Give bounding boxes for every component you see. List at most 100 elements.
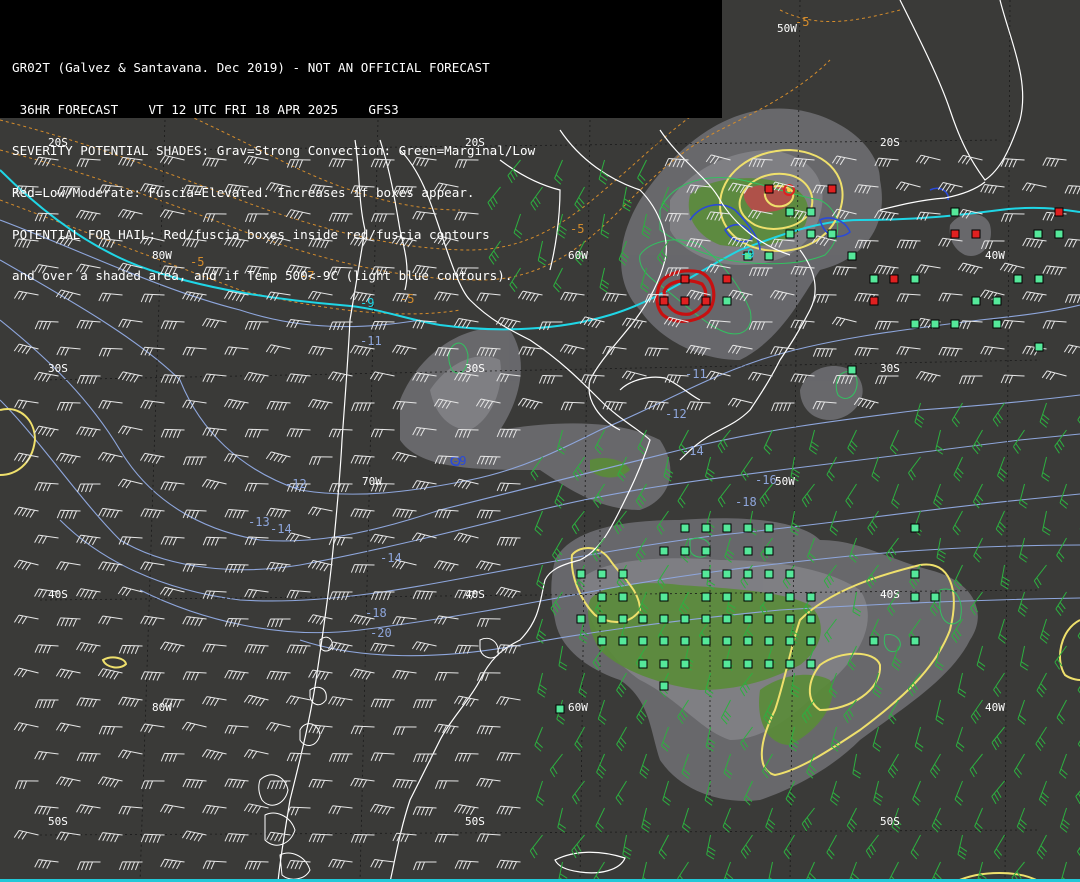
contour-label-orange-c: -5 xyxy=(795,15,809,29)
contour-label-blue-11: -11 xyxy=(360,334,382,348)
severity-box-green xyxy=(722,569,732,579)
severity-box-red xyxy=(764,184,774,194)
severity-box-green xyxy=(743,614,753,624)
severity-box-green xyxy=(1033,229,1043,239)
contour-label-blue-14b: -14 xyxy=(270,522,292,536)
severity-box-red xyxy=(1054,207,1064,217)
label-40s-east: 40S xyxy=(880,588,900,601)
severity-box-green xyxy=(638,659,648,669)
label-40w-north: 40W xyxy=(985,249,1005,262)
header-line-6: and over a shaded area, and if Temp 500<… xyxy=(12,268,513,284)
label-20s-east: 20S xyxy=(880,136,900,149)
severity-box-green xyxy=(701,546,711,556)
contour-label-blue-18b: -18 xyxy=(365,606,387,620)
severity-box-green xyxy=(597,614,607,624)
severity-box-green xyxy=(869,636,879,646)
severity-box-green xyxy=(827,229,837,239)
severity-box-green xyxy=(743,546,753,556)
severity-box-green xyxy=(722,614,732,624)
severity-box-green xyxy=(722,296,732,306)
severity-box-green xyxy=(764,523,774,533)
severity-box-green xyxy=(680,636,690,646)
severity-box-green xyxy=(785,614,795,624)
severity-box-green xyxy=(950,207,960,217)
severity-box-green xyxy=(1013,274,1023,284)
severity-box-green xyxy=(764,569,774,579)
severity-box-green xyxy=(680,659,690,669)
severity-box-green xyxy=(638,614,648,624)
severity-box-green xyxy=(659,592,669,602)
severity-box-green xyxy=(597,636,607,646)
severity-box-green xyxy=(701,569,711,579)
severity-box-red xyxy=(659,296,669,306)
label-40s-west: 40S xyxy=(48,588,68,601)
contour-label-blue-12: -12 xyxy=(665,407,687,421)
severity-box-green xyxy=(722,523,732,533)
severity-box-red xyxy=(680,296,690,306)
severity-box-green xyxy=(743,659,753,669)
severity-box-green xyxy=(910,319,920,329)
severity-box-green xyxy=(701,592,711,602)
contour-label-blue-14: -14 xyxy=(682,444,704,458)
severity-box-red xyxy=(701,296,711,306)
severity-box-green xyxy=(806,636,816,646)
contour-label-blue-12b: -12 xyxy=(285,477,307,491)
contour-label-blue-20: -20 xyxy=(370,626,392,640)
contour-label-blue-13: -13 xyxy=(248,515,270,529)
severity-box-green xyxy=(659,614,669,624)
severity-box-green xyxy=(764,251,774,261)
contour-label-blue-16: -16 xyxy=(755,473,777,487)
severity-box-green xyxy=(743,592,753,602)
severity-box-green xyxy=(618,592,628,602)
label-70w-middle: 70W xyxy=(362,475,382,488)
severity-box-green xyxy=(576,569,586,579)
severity-box-green xyxy=(806,207,816,217)
header-line-5: POTENTIAL FOR HAIL: Red/fuscia boxes ins… xyxy=(12,226,490,242)
severity-box-green xyxy=(806,659,816,669)
severity-box-green xyxy=(785,229,795,239)
contour-label-cyan-east: -9 xyxy=(740,247,754,261)
severity-box-green xyxy=(910,636,920,646)
label-30s-east: 30S xyxy=(880,362,900,375)
label-80w-south: 80W xyxy=(152,701,172,714)
contour-label-blue-11b: -11 xyxy=(685,367,707,381)
severity-box-green xyxy=(806,592,816,602)
severity-box-green xyxy=(910,592,920,602)
contour-label-blue-14c: -14 xyxy=(380,551,402,565)
severity-box-green xyxy=(764,636,774,646)
severity-box-red xyxy=(827,184,837,194)
severity-box-green xyxy=(680,614,690,624)
label-30s-west: 30S xyxy=(48,362,68,375)
severity-box-green xyxy=(1054,229,1064,239)
label-30s-center: 30S xyxy=(465,362,485,375)
severity-box-green xyxy=(910,569,920,579)
severity-box-green xyxy=(597,592,607,602)
header-line-1: GR02T (Galvez & Santavana. Dec 2019) - N… xyxy=(12,59,490,75)
severity-box-green xyxy=(992,319,1002,329)
severity-box-green xyxy=(806,614,816,624)
header-line-4: Red=Low/Moderate: Fuscia=Elevated. Incre… xyxy=(12,184,475,200)
label-50s-east: 50S xyxy=(880,815,900,828)
severity-box-red xyxy=(950,229,960,239)
contour-label-blue-18: -18 xyxy=(735,495,757,509)
severity-box-green xyxy=(764,614,774,624)
severity-box-green xyxy=(659,546,669,556)
forecast-header: GR02T (Galvez & Santavana. Dec 2019) - N… xyxy=(0,0,722,283)
severity-box-green xyxy=(785,207,795,217)
severity-box-green xyxy=(743,569,753,579)
contour-label-cyan: -9 xyxy=(360,296,374,310)
severity-box-green xyxy=(680,546,690,556)
severity-box-green xyxy=(743,636,753,646)
severity-box-green xyxy=(618,614,628,624)
severity-box-green xyxy=(992,296,1002,306)
severity-box-green xyxy=(701,523,711,533)
label-40w-south: 40W xyxy=(985,701,1005,714)
severity-box-green xyxy=(785,636,795,646)
header-line-3: SEVERITY POTENTIAL SHADES: Grav=Strong C… xyxy=(12,143,536,159)
severity-box-red xyxy=(869,296,879,306)
severity-box-green xyxy=(785,659,795,669)
severity-box-green xyxy=(1034,274,1044,284)
severity-box-green xyxy=(971,296,981,306)
severity-box-green xyxy=(785,592,795,602)
contour-label-blue-9: -9 xyxy=(452,454,466,468)
